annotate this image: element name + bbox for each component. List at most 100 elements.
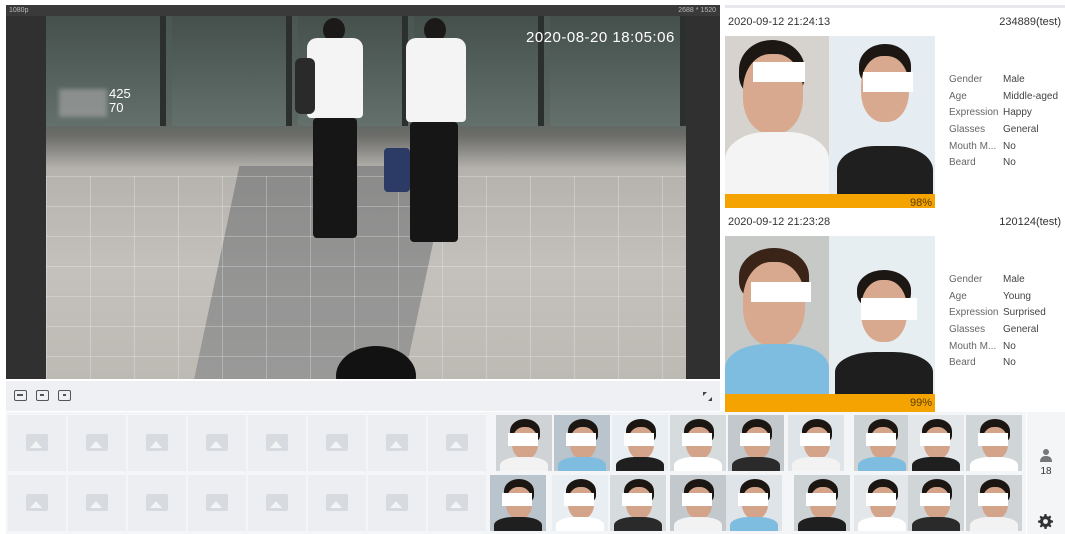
similarity-bar: 99% [725, 394, 935, 412]
database-face[interactable] [831, 236, 935, 394]
image-placeholder-icon [26, 494, 48, 511]
face-snapshot[interactable] [490, 475, 546, 531]
image-placeholder-icon [446, 494, 468, 511]
gear-icon[interactable] [1038, 514, 1053, 529]
camera-scene [46, 16, 686, 379]
empty-snapshot-slot [8, 475, 66, 531]
image-placeholder-icon [26, 434, 48, 451]
attribute-row: Expression Happy [949, 107, 1032, 119]
image-placeholder-icon [86, 434, 108, 451]
face-snapshot[interactable] [728, 415, 784, 471]
face-snapshot[interactable] [552, 475, 608, 531]
database-face[interactable] [831, 36, 935, 194]
image-placeholder-icon [206, 494, 228, 511]
live-video[interactable]: 1080p 2688 * 1520 2020-08-20 18:05:06 42… [6, 5, 720, 379]
video-left-edge [6, 16, 46, 379]
captured-face[interactable] [725, 36, 829, 194]
empty-snapshot-slot [308, 475, 366, 531]
empty-snapshot-slot [368, 415, 426, 471]
empty-snapshot-slot [308, 415, 366, 471]
image-placeholder-icon [386, 494, 408, 511]
image-placeholder-icon [86, 494, 108, 511]
face-attributes: Gender Male Age Middle-aged Expression Happ… [949, 72, 1058, 172]
people-count: 18 [1040, 466, 1052, 477]
attribute-row: Age Young [949, 290, 1031, 302]
video-info-bar: 1080p 2688 * 1520 [6, 5, 720, 16]
face-snapshot[interactable] [726, 475, 782, 531]
image-placeholder-icon [266, 494, 288, 511]
image-placeholder-icon [146, 494, 168, 511]
face-snapshot[interactable] [854, 415, 910, 471]
face-snapshot[interactable] [966, 475, 1022, 531]
record-body: 98% Gender Male Age Middle-aged Expression… [725, 36, 1065, 214]
empty-snapshot-slot [188, 415, 246, 471]
empty-snapshot-slot [68, 475, 126, 531]
face-snapshot[interactable] [670, 415, 726, 471]
face-pair [725, 236, 935, 394]
empty-snapshot-slot [368, 475, 426, 531]
attribute-row: Mouth M... No [949, 340, 1016, 352]
record-header: 2020-09-12 21:23:28 120124(test) [725, 208, 1065, 236]
record-id: 234889(test) [999, 16, 1061, 28]
match-record[interactable]: 2020-09-12 21:24:13 234889(test) 98% Gen… [725, 8, 1065, 214]
attribute-row: Gender Male [949, 74, 1025, 85]
face-snapshot[interactable] [794, 475, 850, 531]
window-pane [172, 16, 292, 126]
face-attributes: Gender Male Age Young Expression Surprised … [949, 272, 1046, 372]
person-count-icon [1040, 449, 1052, 462]
empty-snapshot-slot [248, 475, 306, 531]
empty-snapshot-slot [8, 415, 66, 471]
face-snapshot[interactable] [496, 415, 552, 471]
attribute-row: Beard No [949, 357, 1016, 369]
empty-snapshot-slot [428, 475, 486, 531]
match-record[interactable]: 2020-09-12 21:23:28 120124(test) 99% Gen… [725, 208, 1065, 414]
face-snapshot[interactable] [670, 475, 726, 531]
attribute-row: Glasses General [949, 324, 1039, 336]
attribute-row: Expression Surprised [949, 307, 1046, 319]
face-snapshot[interactable] [610, 475, 666, 531]
face-snapshot[interactable] [966, 415, 1022, 471]
count-in: 425 [109, 86, 131, 101]
empty-snapshot-slot [428, 415, 486, 471]
snapshot-controls: 18 [1027, 412, 1065, 534]
face-detection-live-view: 1080p 2688 * 1520 2020-08-20 18:05:06 42… [0, 0, 1065, 534]
people-counter: 425 70 [59, 86, 131, 117]
record-header: 2020-09-12 21:24:13 234889(test) [725, 8, 1065, 36]
image-placeholder-icon [446, 434, 468, 451]
face-pair [725, 36, 935, 194]
empty-snapshot-slot [188, 475, 246, 531]
comparison-panel: 2020-09-12 21:24:13 234889(test) 98% Gen… [725, 5, 1065, 414]
attribute-row: Beard No [949, 157, 1016, 169]
record-body: 99% Gender Male Age Young Expression Surpri… [725, 236, 1065, 414]
stream-label: 1080p [9, 7, 29, 14]
captured-face[interactable] [725, 236, 829, 394]
face-snapshot[interactable] [854, 475, 910, 531]
count-out: 70 [109, 100, 124, 115]
face-snapshot[interactable] [612, 415, 668, 471]
attribute-row: Glasses General [949, 124, 1039, 136]
face-snapshot[interactable] [908, 415, 964, 471]
stream-switch-icon[interactable] [58, 390, 71, 401]
face-snapshot[interactable] [788, 415, 844, 471]
fullscreen-icon[interactable] [703, 392, 712, 401]
original-scale-icon[interactable] [36, 390, 49, 401]
video-toolbar [6, 381, 720, 411]
image-placeholder-icon [266, 434, 288, 451]
empty-snapshot-slot [128, 415, 186, 471]
record-time: 2020-09-12 21:23:28 [728, 216, 831, 228]
video-timestamp: 2020-08-20 18:05:06 [526, 29, 675, 46]
empty-snapshot-slot [128, 475, 186, 531]
fit-window-icon[interactable] [14, 390, 27, 401]
empty-snapshot-slot [248, 415, 306, 471]
snapshot-strip [6, 412, 1026, 534]
record-id: 120124(test) [999, 216, 1061, 228]
image-placeholder-icon [146, 434, 168, 451]
resolution-label: 2688 * 1520 [678, 7, 716, 14]
face-snapshot[interactable] [554, 415, 610, 471]
image-placeholder-icon [326, 494, 348, 511]
record-time: 2020-09-12 21:24:13 [728, 16, 831, 28]
image-placeholder-icon [326, 434, 348, 451]
attribute-row: Mouth M... No [949, 140, 1016, 152]
face-snapshot[interactable] [908, 475, 964, 531]
attribute-row: Age Middle-aged [949, 90, 1059, 102]
